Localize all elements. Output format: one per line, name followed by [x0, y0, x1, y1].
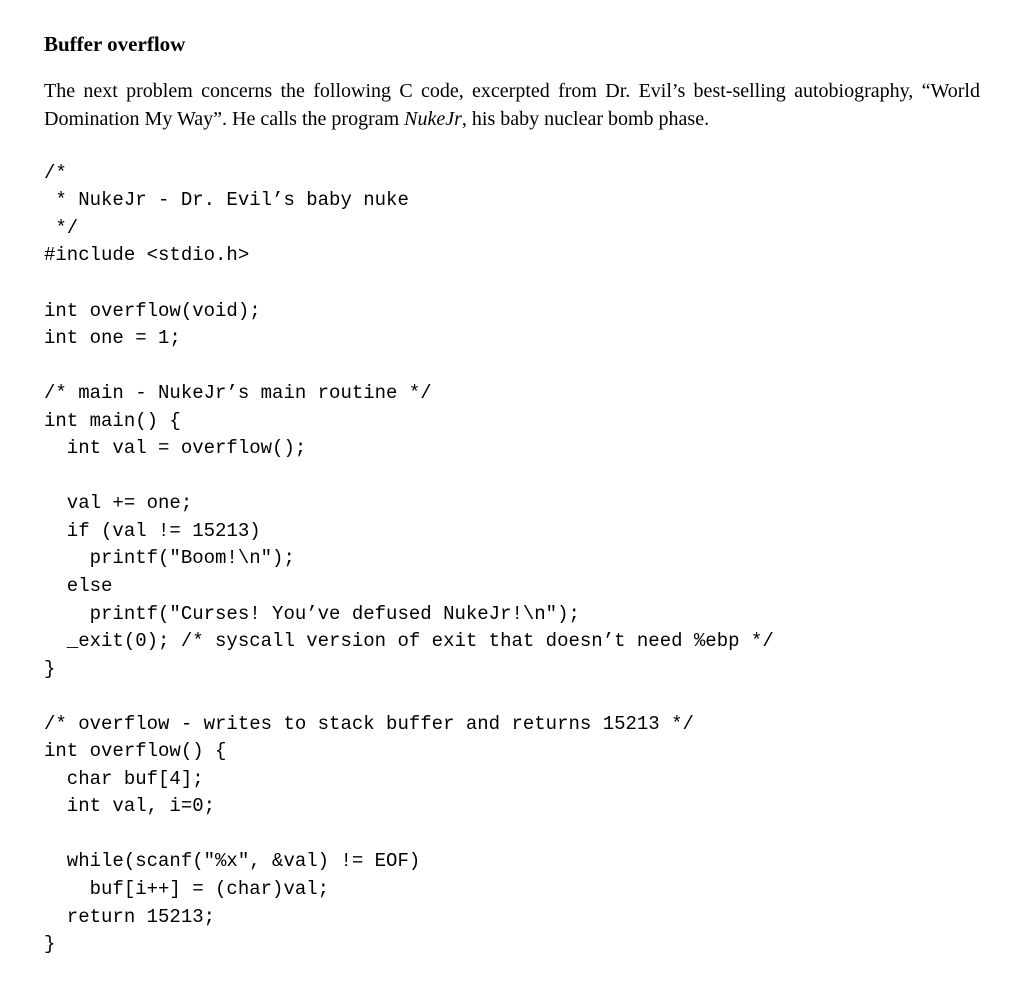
- section-heading: Buffer overflow: [44, 32, 980, 57]
- program-name: NukeJr: [404, 108, 462, 130]
- intro-paragraph: The next problem concerns the following …: [44, 77, 980, 134]
- code-block: /* * NukeJr - Dr. Evil’s baby nuke */ #i…: [44, 160, 980, 959]
- document-page: Buffer overflow The next problem concern…: [0, 0, 1024, 999]
- intro-text-after: , his baby nuclear bomb phase.: [462, 108, 709, 130]
